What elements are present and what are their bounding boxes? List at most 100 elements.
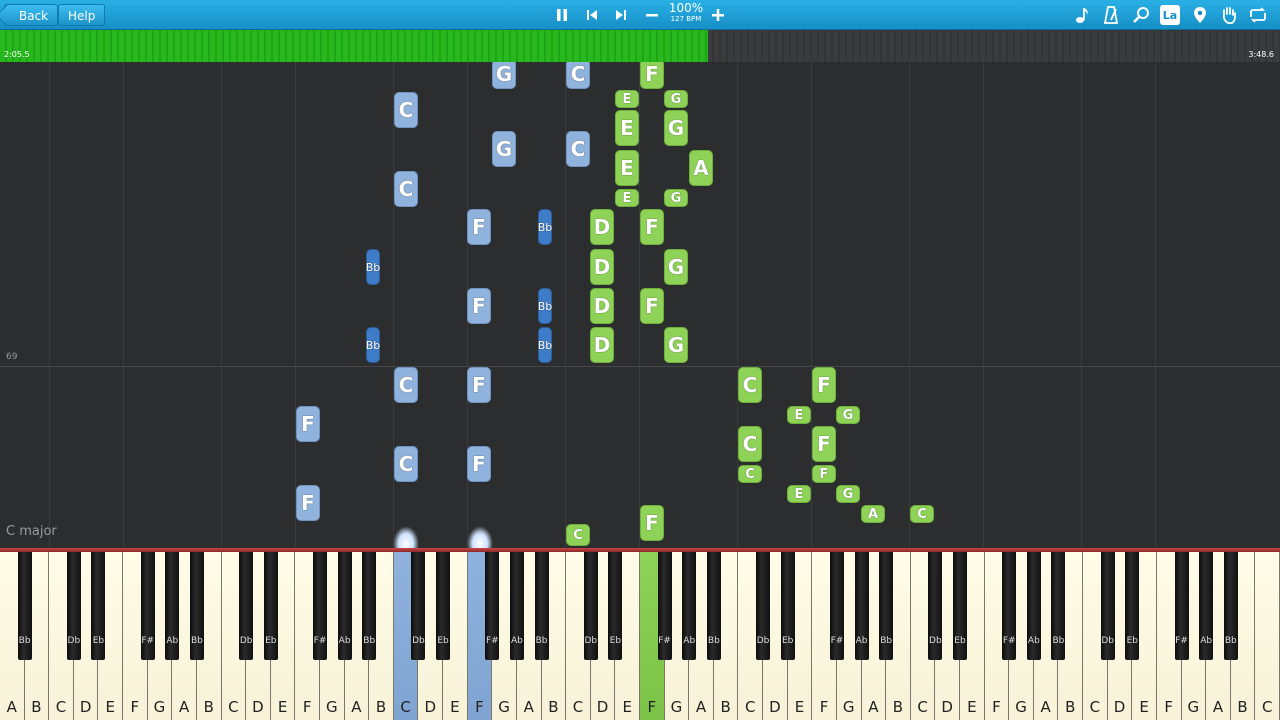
note-f: F xyxy=(640,209,664,245)
black-key-eb[interactable]: Eb xyxy=(91,552,106,660)
la-icon-label: La xyxy=(1162,8,1178,22)
note-a: A xyxy=(861,505,885,523)
hand-icon[interactable] xyxy=(1219,5,1239,25)
key-hit-glow xyxy=(467,526,493,548)
black-key-eb[interactable]: Eb xyxy=(1125,552,1140,660)
note-e: E xyxy=(615,150,639,186)
black-key-db[interactable]: Db xyxy=(239,552,254,660)
note-g: G xyxy=(664,110,688,146)
piano-roll: 69 G C F E G C E G G C E A C E G F Bb D F Bb D G F Bb D F Bb Bb D G C F… xyxy=(0,62,1280,548)
grid-line xyxy=(909,62,910,548)
black-key-db[interactable]: Db xyxy=(1100,552,1115,660)
note-c: C xyxy=(566,524,590,546)
note-g: G xyxy=(664,249,688,285)
black-key-fsharp[interactable]: F# xyxy=(1002,552,1017,660)
minus-icon[interactable] xyxy=(642,5,662,25)
note-c: C xyxy=(394,367,418,403)
black-key-bb[interactable]: Bb xyxy=(1223,552,1238,660)
black-key-ab[interactable]: Ab xyxy=(1199,552,1214,660)
black-key-eb[interactable]: Eb xyxy=(780,552,795,660)
location-pin-icon[interactable] xyxy=(1190,5,1210,25)
black-key-ab[interactable]: Ab xyxy=(337,552,352,660)
black-key-fsharp[interactable]: F# xyxy=(140,552,155,660)
note-f: F xyxy=(467,367,491,403)
black-key-eb[interactable]: Eb xyxy=(953,552,967,660)
black-key-ab[interactable]: Ab xyxy=(509,552,524,660)
note-e: E xyxy=(787,406,811,424)
note-bb: Bb xyxy=(366,249,380,285)
black-key-ab[interactable]: Ab xyxy=(165,552,180,660)
black-key-bb[interactable]: Bb xyxy=(189,552,204,660)
note-f: F xyxy=(640,62,664,89)
note-g: G xyxy=(492,62,516,89)
song-progress-bar[interactable]: 2:05.5 3:48.6 xyxy=(0,30,1280,62)
note-c: C xyxy=(910,505,934,523)
note-f: F xyxy=(812,367,836,403)
key-hit-glow xyxy=(393,526,419,548)
black-key-fsharp[interactable]: F# xyxy=(1174,552,1189,660)
note-g: G xyxy=(836,406,860,424)
measure-number: 69 xyxy=(6,352,18,362)
note-f: F xyxy=(640,288,664,324)
note-f: F xyxy=(640,505,664,541)
note-e: E xyxy=(787,485,811,503)
black-key-fsharp[interactable]: F# xyxy=(485,552,500,660)
measure-line xyxy=(0,366,1280,367)
note-e: E xyxy=(615,90,639,108)
note-icon[interactable] xyxy=(1072,5,1092,25)
white-key-c[interactable]: C xyxy=(1255,552,1280,720)
black-key-bb[interactable]: Bb xyxy=(879,552,894,660)
note-c: C xyxy=(566,131,590,167)
grid-line xyxy=(983,62,984,548)
note-a: A xyxy=(689,150,713,186)
skip-back-icon[interactable] xyxy=(582,5,602,25)
black-key-fsharp[interactable]: F# xyxy=(829,552,844,660)
la-icon[interactable]: La xyxy=(1160,5,1180,25)
note-d: D xyxy=(590,249,614,285)
grid-line xyxy=(49,62,50,548)
black-key-bb[interactable]: Bb xyxy=(534,552,549,660)
skip-forward-icon[interactable] xyxy=(611,5,631,25)
grid-line xyxy=(221,62,222,548)
black-key-eb[interactable]: Eb xyxy=(436,552,451,660)
black-key-bb[interactable]: Bb xyxy=(17,552,32,660)
magnifier-icon[interactable] xyxy=(1131,5,1151,25)
black-key-fsharp[interactable]: F# xyxy=(313,552,327,660)
metronome-icon[interactable] xyxy=(1101,5,1121,25)
black-key-ab[interactable]: Ab xyxy=(682,552,697,660)
grid-line xyxy=(1081,62,1082,548)
black-key-bb[interactable]: Bb xyxy=(362,552,377,660)
note-e: E xyxy=(615,110,639,146)
note-bb: Bb xyxy=(538,209,552,245)
tempo-display: 100% 127 BPM xyxy=(668,2,704,24)
note-c: C xyxy=(394,171,418,207)
black-key-db[interactable]: Db xyxy=(756,552,771,660)
plus-icon[interactable] xyxy=(708,5,728,25)
note-e: E xyxy=(615,189,639,207)
black-key-db[interactable]: Db xyxy=(66,552,81,660)
note-f: F xyxy=(296,485,320,521)
note-g: G xyxy=(664,189,688,207)
black-key-ab[interactable]: Ab xyxy=(1026,552,1041,660)
black-key-bb[interactable]: Bb xyxy=(706,552,721,660)
current-time: 2:05.5 xyxy=(4,50,30,59)
pause-icon[interactable] xyxy=(552,5,572,25)
black-key-bb[interactable]: Bb xyxy=(1051,552,1066,660)
black-key-db[interactable]: Db xyxy=(583,552,598,660)
toolbar: Back Help 100% 127 BPM La xyxy=(0,0,1280,30)
note-bb: Bb xyxy=(538,288,552,324)
bpm-label: 127 BPM xyxy=(670,15,702,23)
total-time: 3:48.6 xyxy=(1248,50,1274,59)
black-key-db[interactable]: Db xyxy=(928,552,943,660)
note-d: D xyxy=(590,209,614,245)
black-key-eb[interactable]: Eb xyxy=(608,552,623,660)
note-d: D xyxy=(590,327,614,363)
black-key-eb[interactable]: Eb xyxy=(263,552,278,660)
black-key-ab[interactable]: Ab xyxy=(854,552,869,660)
help-button[interactable]: Help xyxy=(58,4,106,26)
note-f: F xyxy=(812,426,836,462)
black-key-db[interactable]: Db xyxy=(411,552,426,660)
back-button[interactable]: Back xyxy=(4,4,59,26)
loop-icon[interactable] xyxy=(1248,5,1268,25)
black-key-fsharp[interactable]: F# xyxy=(657,552,672,660)
